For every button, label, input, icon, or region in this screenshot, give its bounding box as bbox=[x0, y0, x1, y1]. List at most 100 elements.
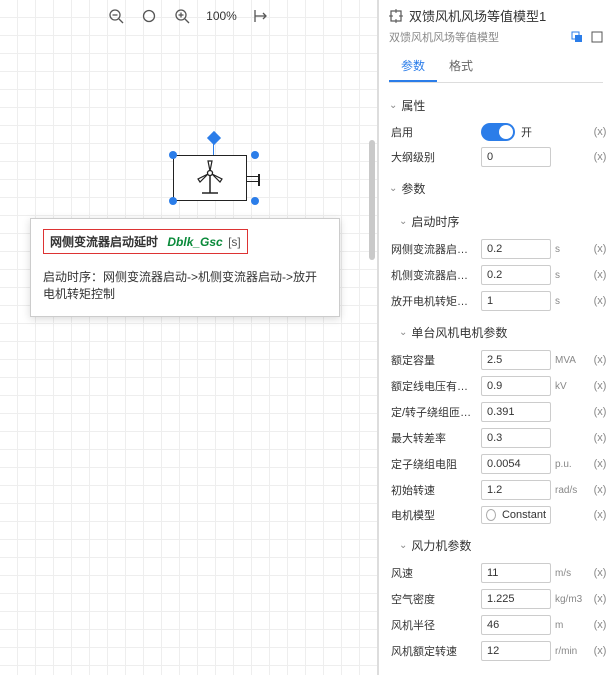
section-header-single[interactable]: ⌄ 单台风机电机参数 bbox=[389, 318, 609, 347]
section-attributes: ⌄ 属性 启用 开 (x) 大纲级别 (x) bbox=[389, 91, 609, 170]
section-params: ⌄ 参数 bbox=[389, 174, 609, 203]
section-title: 属性 bbox=[401, 97, 425, 114]
section-title: 单台风机电机参数 bbox=[411, 324, 507, 341]
field-x[interactable]: (x) bbox=[591, 509, 609, 521]
section-startup-sequence: ⌄ 启动时序 网侧变流器启动... s (x) 机侧变流器启动... s (x) bbox=[389, 207, 609, 314]
tooltip-variable: Dblk_Gsc bbox=[167, 235, 222, 249]
rotate-line bbox=[213, 143, 214, 155]
field-x[interactable]: (x) bbox=[591, 593, 609, 605]
chevron-down-icon: ⌄ bbox=[399, 327, 407, 338]
field-x[interactable]: (x) bbox=[591, 295, 609, 307]
max-slip-label: 最大转差率 bbox=[391, 430, 477, 446]
init-speed-label: 初始转速 bbox=[391, 482, 477, 498]
gsc-delay-label: 网侧变流器启动... bbox=[391, 241, 477, 257]
resize-handle-bl[interactable] bbox=[169, 197, 177, 205]
copy-icon[interactable] bbox=[571, 31, 583, 43]
motor-model-select[interactable]: Constant bbox=[481, 506, 551, 524]
stator-res-label: 定子绕组电阻 bbox=[391, 456, 477, 472]
section-title: 参数 bbox=[401, 180, 425, 197]
field-x[interactable]: (x) bbox=[591, 484, 609, 496]
section-header-attributes[interactable]: ⌄ 属性 bbox=[389, 91, 609, 120]
canvas-area[interactable]: 100% 网侧变流器启动延时 Dblk_Gsc bbox=[0, 0, 378, 675]
resize-handle-tr[interactable] bbox=[251, 151, 259, 159]
resize-handle-br[interactable] bbox=[251, 197, 259, 205]
panel-body[interactable]: ⌄ 属性 启用 开 (x) 大纲级别 (x) bbox=[379, 85, 613, 675]
resize-handle-tl[interactable] bbox=[169, 151, 177, 159]
section-title: 风力机参数 bbox=[411, 537, 471, 554]
unit-ms: m/s bbox=[555, 568, 587, 579]
field-x[interactable]: (x) bbox=[591, 645, 609, 657]
unit-s: s bbox=[555, 270, 587, 281]
output-port[interactable] bbox=[246, 176, 258, 182]
outline-input[interactable] bbox=[481, 147, 551, 167]
msc-delay-input[interactable] bbox=[481, 265, 551, 285]
section-header-startup[interactable]: ⌄ 启动时序 bbox=[389, 207, 609, 236]
tooltip-title-row: 网侧变流器启动延时 Dblk_Gsc [s] bbox=[43, 229, 248, 254]
field-x[interactable]: (x) bbox=[591, 151, 609, 163]
chevron-down-icon: ⌄ bbox=[399, 216, 407, 227]
rotor-radius-input[interactable] bbox=[481, 615, 551, 635]
detach-icon[interactable] bbox=[591, 31, 603, 43]
motor-model-value: Constant bbox=[502, 509, 546, 521]
unit-s: s bbox=[555, 296, 587, 307]
turbine-icon bbox=[190, 159, 230, 197]
panel-tabs: 参数 格式 bbox=[389, 51, 603, 83]
voltage-input[interactable] bbox=[481, 376, 551, 396]
section-single-turbine: ⌄ 单台风机电机参数 额定容量 MVA (x) 额定线电压有效值 kV (x) … bbox=[389, 318, 609, 527]
wind-speed-input[interactable] bbox=[481, 563, 551, 583]
tooltip-description: 启动时序：网侧变流器启动->机侧变流器启动->放开电机转矩控制 bbox=[43, 268, 327, 302]
torque-delay-input[interactable] bbox=[481, 291, 551, 311]
capacity-input[interactable] bbox=[481, 350, 551, 370]
init-speed-input[interactable] bbox=[481, 480, 551, 500]
field-x[interactable]: (x) bbox=[591, 567, 609, 579]
section-header-wind[interactable]: ⌄ 风力机参数 bbox=[389, 531, 609, 560]
unit-kgm3: kg/m3 bbox=[555, 594, 587, 605]
zoom-out-icon[interactable] bbox=[106, 6, 126, 26]
outline-label: 大纲级别 bbox=[391, 149, 477, 165]
fit-width-icon[interactable] bbox=[251, 6, 271, 26]
unit-s: s bbox=[555, 244, 587, 255]
canvas-scrollbar[interactable] bbox=[369, 140, 375, 260]
field-x[interactable]: (x) bbox=[591, 243, 609, 255]
tooltip-title: 网侧变流器启动延时 bbox=[50, 235, 158, 249]
winding-ratio-input[interactable] bbox=[481, 402, 551, 422]
enable-state: 开 bbox=[521, 124, 532, 140]
section-title: 启动时序 bbox=[411, 213, 459, 230]
target-icon bbox=[389, 9, 403, 23]
enable-label: 启用 bbox=[391, 124, 477, 140]
field-x[interactable]: (x) bbox=[591, 354, 609, 366]
air-density-input[interactable] bbox=[481, 589, 551, 609]
field-x[interactable]: (x) bbox=[591, 406, 609, 418]
panel-header: 双馈风机风场等值模型1 双馈风机风场等值模型 参数 格式 bbox=[379, 0, 613, 85]
tab-format[interactable]: 格式 bbox=[437, 51, 485, 82]
section-header-params[interactable]: ⌄ 参数 bbox=[389, 174, 609, 203]
field-x[interactable]: (x) bbox=[591, 269, 609, 281]
field-x[interactable]: (x) bbox=[591, 619, 609, 631]
unit-m: m bbox=[555, 620, 587, 631]
unit-rads: rad/s bbox=[555, 485, 587, 496]
field-x[interactable]: (x) bbox=[591, 458, 609, 470]
field-x[interactable]: (x) bbox=[591, 432, 609, 444]
torque-delay-label: 放开电机转矩控... bbox=[391, 293, 477, 309]
tab-params[interactable]: 参数 bbox=[389, 51, 437, 82]
field-x[interactable]: (x) bbox=[591, 380, 609, 392]
rated-speed-input[interactable] bbox=[481, 641, 551, 661]
turbine-component[interactable] bbox=[165, 155, 255, 209]
chevron-down-icon: ⌄ bbox=[399, 540, 407, 551]
panel-subtitle: 双馈风机风场等值模型 bbox=[389, 29, 499, 45]
zoom-reset-icon[interactable] bbox=[140, 7, 158, 25]
motor-model-label: 电机模型 bbox=[391, 507, 477, 523]
stator-res-input[interactable] bbox=[481, 454, 551, 474]
voltage-label: 额定线电压有效值 bbox=[391, 378, 477, 394]
max-slip-input[interactable] bbox=[481, 428, 551, 448]
field-x[interactable]: (x) bbox=[591, 126, 609, 138]
gsc-delay-input[interactable] bbox=[481, 239, 551, 259]
radio-icon bbox=[486, 509, 496, 521]
zoom-in-icon[interactable] bbox=[172, 6, 192, 26]
enable-toggle[interactable] bbox=[481, 123, 515, 141]
component-box[interactable] bbox=[173, 155, 247, 201]
rotor-radius-label: 风机半径 bbox=[391, 617, 477, 633]
unit-rmin: r/min bbox=[555, 646, 587, 657]
zoom-level[interactable]: 100% bbox=[206, 9, 237, 23]
chevron-down-icon: ⌄ bbox=[389, 100, 397, 111]
